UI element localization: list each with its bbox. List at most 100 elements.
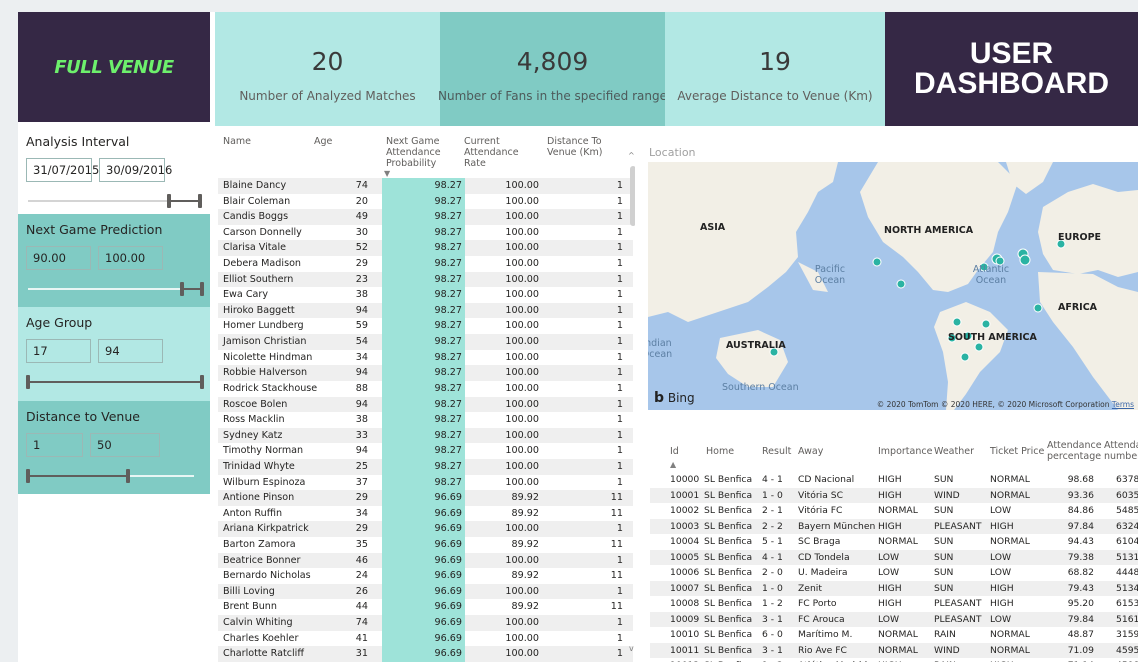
table-row[interactable]: Roscoe Bolen 94 98.27 100.00 1 <box>218 396 633 413</box>
slider-handle-max[interactable] <box>200 375 204 389</box>
distance-from-input[interactable]: 1 <box>26 433 83 457</box>
map-marker[interactable] <box>1033 303 1043 313</box>
table-row[interactable]: Anton Ruffin 34 96.69 89.92 11 <box>218 505 633 522</box>
table-row[interactable]: Debera Madison 29 98.27 100.00 1 <box>218 256 633 272</box>
map-marker[interactable] <box>872 257 882 267</box>
table-row[interactable]: Sydney Katz 33 98.27 100.00 1 <box>218 427 633 444</box>
col-header-result[interactable]: Result <box>762 446 791 457</box>
date-from-input[interactable]: 31/07/2015 <box>26 158 99 182</box>
age-from-input[interactable]: 17 <box>26 339 91 363</box>
table-row[interactable]: Nicolette Hindman 34 98.27 100.00 1 <box>218 349 633 366</box>
slider-handle-max[interactable] <box>200 282 204 296</box>
table-row[interactable]: Hiroko Baggett 94 98.27 100.00 1 <box>218 302 633 319</box>
table-row[interactable]: 10002 SL Benfica 2 - 1 Vitória FC NORMAL SUN L… <box>650 503 1138 519</box>
table-row[interactable]: Ewa Cary 38 98.27 100.00 1 <box>218 287 633 303</box>
table-row[interactable]: Beatrice Bonner 46 96.69 100.00 1 <box>218 552 633 569</box>
table-row[interactable]: Blair Coleman 20 98.27 100.00 1 <box>218 193 633 210</box>
table-row[interactable]: Antione Pinson 29 96.69 89.92 11 <box>218 490 633 506</box>
table-row[interactable]: Charlotte Ratcliff 31 96.69 100.00 1 <box>218 646 633 662</box>
scroll-down-icon[interactable]: v <box>629 644 634 653</box>
cell-current-attendance: 100.00 <box>505 414 539 426</box>
table-row[interactable]: Wilburn Espinoza 37 98.27 100.00 1 <box>218 474 633 491</box>
prediction-range-slider[interactable] <box>26 278 204 300</box>
table-row[interactable]: Blaine Dancy 74 98.27 100.00 1 <box>218 178 633 194</box>
slider-handle-max[interactable] <box>198 194 202 208</box>
fans-scrollbar[interactable]: ^ v <box>628 151 635 654</box>
table-row[interactable]: Ross Macklin 38 98.27 100.00 1 <box>218 412 633 428</box>
cell-home: SL Benfica <box>704 644 753 656</box>
scroll-up-icon[interactable]: ^ <box>628 151 635 160</box>
table-row[interactable]: 10011 SL Benfica 3 - 1 Rio Ave FC NORMAL WIND… <box>650 642 1138 658</box>
cell-distance: 1 <box>616 336 623 348</box>
table-row[interactable]: 10012SL Benfica1 - 2Atlético MadridHIGHR… <box>650 658 1138 662</box>
col-header-next-game-probability[interactable]: Next Game Attendance Probability <box>386 136 462 169</box>
table-row[interactable]: 10000 SL Benfica 4 - 1 CD Nacional HIGH SUN NO… <box>650 472 1138 488</box>
table-row[interactable]: Charles Koehler 41 96.69 100.00 1 <box>218 630 633 647</box>
table-row[interactable]: Ariana Kirkpatrick 29 96.69 100.00 1 <box>218 521 633 538</box>
table-row[interactable]: 10006 SL Benfica 2 - 0 U. Madeira LOW SUN LOW 6… <box>650 565 1138 581</box>
col-header-attendance-number[interactable]: Attendance number <box>1104 440 1138 462</box>
prediction-to-input[interactable]: 100.00 <box>98 246 163 270</box>
table-row[interactable]: Clarisa Vitale 52 98.27 100.00 1 <box>218 240 633 257</box>
table-row[interactable]: Calvin Whiting 74 96.69 100.00 1 <box>218 615 633 631</box>
table-row[interactable]: Elliot Southern 23 98.27 100.00 1 <box>218 271 633 288</box>
filter-distance-to-venue: Distance to Venue 1 50 <box>18 401 210 494</box>
table-row[interactable]: Candis Boggs 49 98.27 100.00 1 <box>218 209 633 225</box>
slider-handle-min[interactable] <box>26 375 30 389</box>
cell-attendance-percentage: 93.36 <box>1067 489 1094 501</box>
col-header-weather[interactable]: Weather <box>934 446 974 457</box>
table-row[interactable]: 10008 SL Benfica 1 - 2 FC Porto HIGH PLEASANT… <box>650 596 1138 612</box>
map-marker[interactable] <box>981 319 991 329</box>
age-range-slider[interactable] <box>26 371 204 393</box>
map-label-north-america: NORTH AMERICA <box>884 225 974 236</box>
distance-range-slider[interactable] <box>26 465 202 487</box>
table-row[interactable]: Bernardo Nicholas 24 96.69 89.92 11 <box>218 568 633 584</box>
age-to-input[interactable]: 94 <box>98 339 163 363</box>
table-row[interactable]: Billi Loving 26 96.69 100.00 1 <box>218 583 633 600</box>
table-row[interactable]: Carson Donnelly 30 98.27 100.00 1 <box>218 224 633 241</box>
location-map[interactable]: ASIA NORTH AMERICA EUROPE AFRICA AUSTRAL… <box>648 162 1138 410</box>
map-marker[interactable] <box>952 317 962 327</box>
cell-name: Blair Coleman <box>223 195 291 207</box>
slider-handle-min[interactable] <box>167 194 171 208</box>
prediction-from-input[interactable]: 90.00 <box>26 246 91 270</box>
col-header-current-attendance[interactable]: Current Attendance Rate <box>464 136 524 169</box>
col-header-away[interactable]: Away <box>798 446 823 457</box>
table-row[interactable]: Timothy Norman 94 98.27 100.00 1 <box>218 443 633 459</box>
slider-handle-max[interactable] <box>126 469 130 483</box>
table-row[interactable]: Trinidad Whyte 25 98.27 100.00 1 <box>218 458 633 475</box>
table-row[interactable]: Barton Zamora 35 96.69 89.92 11 <box>218 537 633 553</box>
map-marker[interactable] <box>974 342 984 352</box>
table-row[interactable]: 10009 SL Benfica 3 - 1 FC Arouca LOW PLEASANT… <box>650 611 1138 627</box>
slider-handle-min[interactable] <box>180 282 184 296</box>
col-header-home[interactable]: Home <box>706 446 734 457</box>
col-header-name[interactable]: Name <box>223 136 251 147</box>
table-row[interactable]: 10003 SL Benfica 2 - 2 Bayern München HIGH PL… <box>650 518 1138 534</box>
col-header-ticket-price[interactable]: Ticket Price <box>990 446 1044 457</box>
map-marker[interactable] <box>896 279 906 289</box>
table-row[interactable]: Jamison Christian 54 98.27 100.00 1 <box>218 334 633 350</box>
map-marker[interactable] <box>1019 254 1031 266</box>
table-row[interactable]: 10005 SL Benfica 4 - 1 CD Tondela LOW SUN LOW 7… <box>650 549 1138 565</box>
col-header-importance[interactable]: Importance <box>878 446 932 457</box>
distance-to-input[interactable]: 50 <box>90 433 160 457</box>
col-header-id[interactable]: Id <box>670 446 679 457</box>
table-row[interactable]: Rodrick Stackhouse 88 98.27 100.00 1 <box>218 380 633 397</box>
table-row[interactable]: 10001 SL Benfica 1 - 0 Vitória SC HIGH WIND NO… <box>650 487 1138 503</box>
table-row[interactable]: 10007 SL Benfica 1 - 0 Zenit HIGH SUN HIGH 79.4… <box>650 580 1138 596</box>
col-header-attendance-percentage[interactable]: Attendance percentage <box>1047 440 1102 462</box>
table-row[interactable]: Homer Lundberg 59 98.27 100.00 1 <box>218 318 633 335</box>
cell-age: 35 <box>355 539 368 551</box>
slider-handle-min[interactable] <box>26 469 30 483</box>
terms-link[interactable]: Terms <box>1112 400 1134 409</box>
col-header-age[interactable]: Age <box>314 136 332 147</box>
map-marker[interactable] <box>960 352 970 362</box>
col-header-distance[interactable]: Distance To Venue (Km) <box>547 136 617 158</box>
table-row[interactable]: Brent Bunn 44 96.69 89.92 11 <box>218 599 633 616</box>
table-row[interactable]: Robbie Halverson 94 98.27 100.00 1 <box>218 365 633 381</box>
date-range-slider[interactable] <box>26 190 202 212</box>
table-row[interactable]: 10004 SL Benfica 5 - 1 SC Braga NORMAL SUN NOR… <box>650 534 1138 550</box>
scroll-thumb[interactable] <box>630 166 635 226</box>
table-row[interactable]: 10010 SL Benfica 6 - 0 Marítimo M. NORMAL RAI… <box>650 627 1138 643</box>
date-to-input[interactable]: 30/09/2016 <box>99 158 172 182</box>
